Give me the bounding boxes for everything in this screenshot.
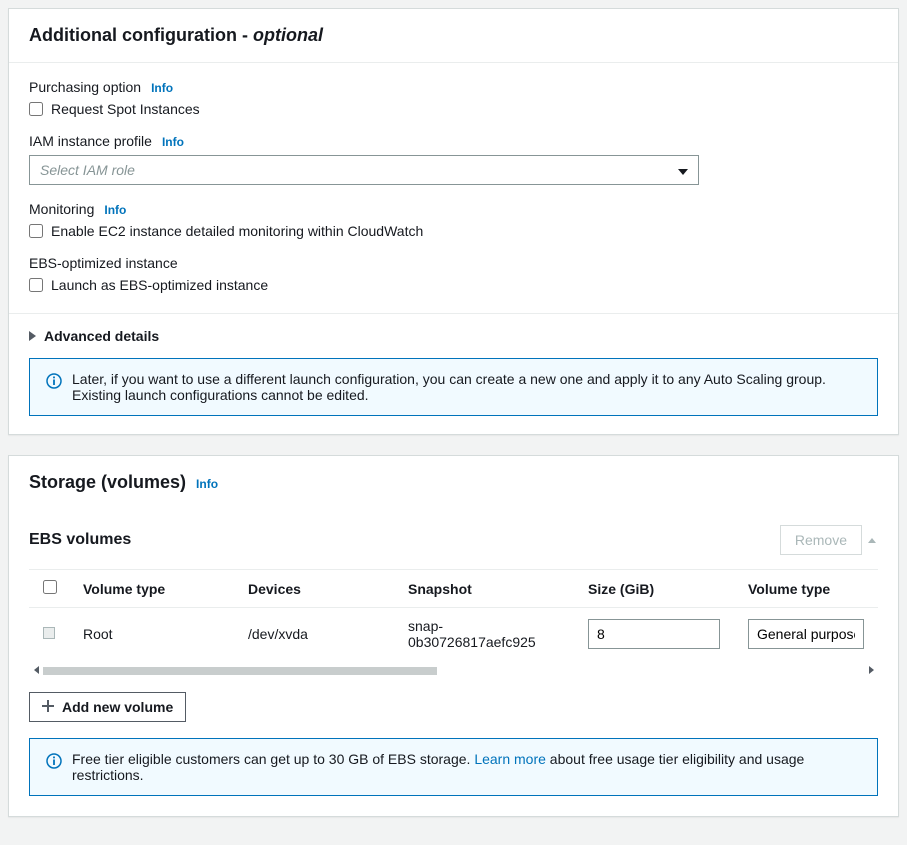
purchasing-info-link[interactable]: Info [151, 81, 173, 95]
iam-role-select[interactable]: Select IAM role [29, 155, 699, 185]
advanced-details-label: Advanced details [44, 328, 159, 344]
col-devices: Devices [234, 570, 394, 608]
row-select-checkbox[interactable] [43, 627, 55, 639]
additional-config-body: Purchasing option Info Request Spot Inst… [9, 63, 898, 313]
add-volume-button[interactable]: Add new volume [29, 692, 186, 722]
title-prefix: Additional configuration - [29, 25, 253, 45]
ebs-optimized-checkbox-label: Launch as EBS-optimized instance [51, 277, 268, 293]
request-spot-label: Request Spot Instances [51, 101, 200, 117]
request-spot-checkbox[interactable] [29, 102, 43, 116]
storage-title: Storage (volumes) [29, 472, 186, 493]
monitoring-info-link[interactable]: Info [104, 203, 126, 217]
ebs-table-wrap: Volume type Devices Snapshot Size (GiB) … [29, 569, 878, 678]
storage-info-link[interactable]: Info [196, 477, 218, 491]
storage-body: EBS volumes Remove [9, 509, 898, 816]
additional-config-header: Additional configuration - optional [9, 9, 898, 63]
caret-right-icon [29, 328, 36, 344]
scroll-up-icon[interactable] [866, 525, 878, 555]
cell-snapshot: snap-0b30726817aefc925 [394, 608, 574, 661]
remove-button: Remove [780, 525, 862, 555]
col-snapshot: Snapshot [394, 570, 574, 608]
info-icon [46, 371, 62, 392]
iam-role-placeholder: Select IAM role [40, 162, 135, 178]
monitoring-label: Monitoring [29, 201, 94, 217]
ebs-title: EBS volumes [29, 531, 131, 549]
volume-type-select[interactable] [748, 619, 864, 649]
ebs-optimized-label: EBS-optimized instance [29, 255, 178, 271]
col-volume-type: Volume type [734, 570, 878, 608]
table-row: Root /dev/xvda snap-0b30726817aefc925 [29, 608, 878, 661]
free-tier-alert: Free tier eligible customers can get up … [29, 738, 878, 796]
add-volume-label: Add new volume [62, 699, 173, 715]
scroll-left-icon[interactable] [29, 666, 43, 677]
col-volume-type-role: Volume type [69, 570, 234, 608]
monitoring-checkbox[interactable] [29, 224, 43, 238]
ebs-header: EBS volumes Remove [29, 525, 878, 555]
free-tier-text: Free tier eligible customers can get up … [72, 751, 861, 783]
additional-config-title: Additional configuration - optional [29, 25, 323, 46]
col-size: Size (GiB) [574, 570, 734, 608]
launch-config-info-alert: Later, if you want to use a different la… [29, 358, 878, 416]
scroll-thumb[interactable] [43, 667, 437, 675]
horizontal-scrollbar[interactable] [29, 664, 878, 678]
chevron-down-icon [678, 162, 688, 178]
ebs-optimized-row[interactable]: Launch as EBS-optimized instance [29, 277, 878, 293]
storage-header: Storage (volumes) Info [9, 456, 898, 509]
cell-device: /dev/xvda [234, 608, 394, 661]
additional-configuration-panel: Additional configuration - optional Purc… [8, 8, 899, 435]
table-header-row: Volume type Devices Snapshot Size (GiB) … [29, 570, 878, 608]
select-all-checkbox[interactable] [43, 580, 57, 594]
iam-info-link[interactable]: Info [162, 135, 184, 149]
free-tier-pre: Free tier eligible customers can get up … [72, 751, 474, 767]
monitoring-row[interactable]: Enable EC2 instance detailed monitoring … [29, 223, 878, 239]
ebs-volumes-table: Volume type Devices Snapshot Size (GiB) … [29, 569, 878, 660]
request-spot-row[interactable]: Request Spot Instances [29, 101, 878, 117]
plus-icon [42, 699, 54, 715]
cell-volume-role: Root [69, 608, 234, 661]
iam-label: IAM instance profile [29, 133, 152, 149]
monitoring-checkbox-label: Enable EC2 instance detailed monitoring … [51, 223, 423, 239]
title-optional: optional [253, 25, 323, 45]
scroll-track[interactable] [43, 667, 864, 675]
size-input[interactable] [588, 619, 720, 649]
purchasing-option-field: Purchasing option Info Request Spot Inst… [29, 79, 878, 117]
scroll-right-icon[interactable] [864, 666, 878, 677]
ebs-optimized-checkbox[interactable] [29, 278, 43, 292]
iam-profile-field: IAM instance profile Info Select IAM rol… [29, 133, 878, 185]
info-icon [46, 751, 62, 772]
learn-more-link[interactable]: Learn more [474, 751, 546, 767]
ebs-optimized-field: EBS-optimized instance Launch as EBS-opt… [29, 255, 878, 293]
monitoring-field: Monitoring Info Enable EC2 instance deta… [29, 201, 878, 239]
launch-config-info-text: Later, if you want to use a different la… [72, 371, 861, 403]
advanced-details-toggle[interactable]: Advanced details [9, 313, 898, 358]
purchasing-label: Purchasing option [29, 79, 141, 95]
